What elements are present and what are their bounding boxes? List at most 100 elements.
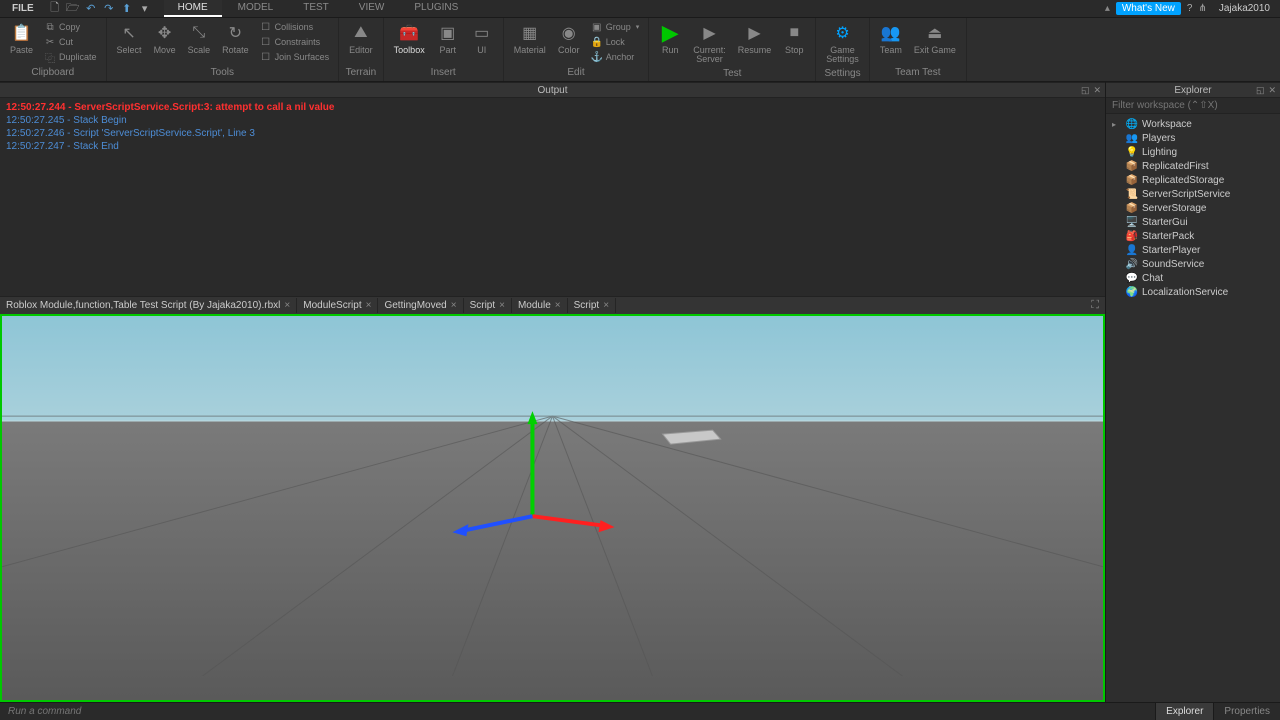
command-input[interactable]	[8, 703, 1147, 720]
close-icon[interactable]: ×	[603, 300, 609, 311]
anchor-icon: ⚓	[591, 51, 603, 63]
explorer-popout-icon[interactable]: ◱	[1256, 85, 1265, 96]
run-button[interactable]: ▶Run	[655, 20, 685, 57]
output-line[interactable]: 12:50:27.246 - Script 'ServerScriptServi…	[6, 128, 1099, 140]
group-label-clipboard: Clipboard	[6, 65, 100, 81]
undo-icon[interactable]: ↶	[84, 2, 98, 16]
tree-node-localizationservice[interactable]: 🌍LocalizationService	[1108, 285, 1278, 299]
redo-icon[interactable]: ↷	[102, 2, 116, 16]
whats-new-button[interactable]: What's New	[1116, 2, 1181, 15]
cut-button[interactable]: ✂Cut	[41, 35, 100, 49]
ribbon-tab-test[interactable]: TEST	[289, 0, 343, 17]
close-icon[interactable]: ×	[499, 300, 505, 311]
resume-button[interactable]: ▶Resume	[734, 20, 776, 57]
viewport-3d[interactable]	[0, 314, 1105, 702]
group-button[interactable]: ▣Group▾	[588, 20, 643, 34]
ribbon-tab-view[interactable]: VIEW	[345, 0, 399, 17]
axis-gizmo[interactable]	[452, 411, 614, 536]
tree-node-lighting[interactable]: 💡Lighting	[1108, 145, 1278, 159]
upgrade-icon[interactable]: ▴	[1105, 3, 1110, 14]
tree-node-players[interactable]: 👥Players	[1108, 131, 1278, 145]
output-line[interactable]: 12:50:27.247 - Stack End	[6, 141, 1099, 153]
copy-button[interactable]: ⧉Copy	[41, 20, 100, 34]
doc-tab[interactable]: ModuleScript×	[297, 298, 378, 313]
team-button[interactable]: 👥Team	[876, 20, 906, 57]
output-line[interactable]: 12:50:27.244 - ServerScriptService.Scrip…	[6, 102, 1099, 114]
resume-icon: ▶	[744, 22, 766, 44]
exit-game-button[interactable]: ⏏Exit Game	[910, 20, 960, 57]
part-button[interactable]: ▣Part	[433, 20, 463, 57]
close-icon[interactable]: ×	[366, 300, 372, 311]
ribbon-tab-home[interactable]: HOME	[164, 0, 222, 17]
ui-icon: ▭	[471, 22, 493, 44]
doc-tab[interactable]: Script×	[568, 298, 616, 313]
select-button[interactable]: ↖Select	[113, 20, 146, 57]
constraints-toggle[interactable]: ☐Constraints	[257, 35, 333, 49]
share-icon[interactable]: ⋔	[1198, 3, 1206, 14]
group-label-test: Test	[655, 66, 809, 82]
output-line[interactable]: 12:50:27.245 - Stack Begin	[6, 115, 1099, 127]
fullscreen-icon[interactable]: ⛶	[1091, 299, 1099, 312]
tree-node-replicatedfirst[interactable]: 📦ReplicatedFirst	[1108, 159, 1278, 173]
explorer-close-icon[interactable]: ✕	[1268, 85, 1276, 96]
doc-tab[interactable]: GettingMoved×	[378, 298, 463, 313]
tree-node-workspace[interactable]: ▸🌐Workspace	[1108, 117, 1278, 131]
output-panel[interactable]: 12:50:27.244 - ServerScriptService.Scrip…	[0, 98, 1105, 296]
current-mode-button[interactable]: ▶Current:Server	[689, 20, 730, 66]
tree-node-serverstorage[interactable]: 📦ServerStorage	[1108, 201, 1278, 215]
tree-node-chat[interactable]: 💬Chat	[1108, 271, 1278, 285]
baseplate-part[interactable]	[663, 430, 721, 444]
explorer-filter[interactable]	[1106, 98, 1280, 114]
bottom-tab-properties[interactable]: Properties	[1213, 703, 1280, 720]
doc-tab[interactable]: Script×	[464, 298, 512, 313]
doc-tab[interactable]: Roblox Module,function,Table Test Script…	[0, 298, 297, 313]
output-close-icon[interactable]: ✕	[1093, 85, 1101, 96]
game-settings-button[interactable]: ⚙Game Settings	[822, 20, 863, 66]
doc-tab[interactable]: Module×	[512, 298, 568, 313]
terrain-editor-button[interactable]: ⛰Editor	[345, 20, 377, 57]
tree-node-startergui[interactable]: 🖥️StarterGui	[1108, 215, 1278, 229]
tree-node-soundservice[interactable]: 🔊SoundService	[1108, 257, 1278, 271]
tree-node-starterplayer[interactable]: 👤StarterPlayer	[1108, 243, 1278, 257]
command-bar[interactable]	[0, 703, 1155, 720]
qat-dropdown-icon[interactable]: ▾	[138, 2, 152, 16]
rotate-button[interactable]: ↻Rotate	[218, 20, 253, 57]
tree-node-starterpack[interactable]: 🎒StarterPack	[1108, 229, 1278, 243]
group-label-edit: Edit	[510, 65, 643, 81]
cut-icon: ✂	[44, 36, 56, 48]
file-menu[interactable]: FILE	[4, 3, 42, 14]
user-label[interactable]: Jajaka2010	[1213, 3, 1276, 14]
bottom-tab-explorer[interactable]: Explorer	[1155, 703, 1213, 720]
explorer-header: Explorer ◱✕	[1106, 82, 1280, 98]
tree-node-serverscriptservice[interactable]: 📜ServerScriptService	[1108, 187, 1278, 201]
lock-button[interactable]: 🔒Lock	[588, 35, 643, 49]
help-icon[interactable]: ?	[1187, 3, 1193, 14]
close-icon[interactable]: ×	[555, 300, 561, 311]
scale-icon: ⤡	[188, 22, 210, 44]
anchor-button[interactable]: ⚓Anchor	[588, 50, 643, 64]
explorer-tree[interactable]: ▸🌐Workspace👥Players💡Lighting📦ReplicatedF…	[1106, 114, 1280, 702]
toolbox-button[interactable]: 🧰Toolbox	[390, 20, 429, 57]
ribbon-tab-plugins[interactable]: PLUGINS	[400, 0, 472, 17]
stop-button[interactable]: ■Stop	[779, 20, 809, 57]
duplicate-button[interactable]: ⿻Duplicate	[41, 50, 100, 64]
collisions-toggle[interactable]: ☐Collisions	[257, 20, 333, 34]
paste-button[interactable]: 📋Paste	[6, 20, 37, 57]
ribbon-tab-model[interactable]: MODEL	[224, 0, 288, 17]
join-toggle[interactable]: ☐Join Surfaces	[257, 50, 333, 64]
scale-button[interactable]: ⤡Scale	[184, 20, 215, 57]
move-button[interactable]: ✥Move	[150, 20, 180, 57]
close-icon[interactable]: ×	[451, 300, 457, 311]
ui-button[interactable]: ▭UI	[467, 20, 497, 57]
ribbon: 📋Paste ⧉Copy ✂Cut ⿻Duplicate Clipboard ↖…	[0, 18, 1280, 82]
color-button[interactable]: ◉Color	[554, 20, 584, 57]
output-popout-icon[interactable]: ◱	[1081, 85, 1090, 96]
document-tabs: Roblox Module,function,Table Test Script…	[0, 296, 1105, 314]
filter-input[interactable]	[1106, 98, 1280, 113]
new-icon[interactable]: 🗋	[48, 2, 62, 16]
close-icon[interactable]: ×	[284, 300, 290, 311]
publish-icon[interactable]: ⬆	[120, 2, 134, 16]
tree-node-replicatedstorage[interactable]: 📦ReplicatedStorage	[1108, 173, 1278, 187]
open-icon[interactable]: 🗁	[66, 2, 80, 16]
material-button[interactable]: ▦Material	[510, 20, 550, 57]
